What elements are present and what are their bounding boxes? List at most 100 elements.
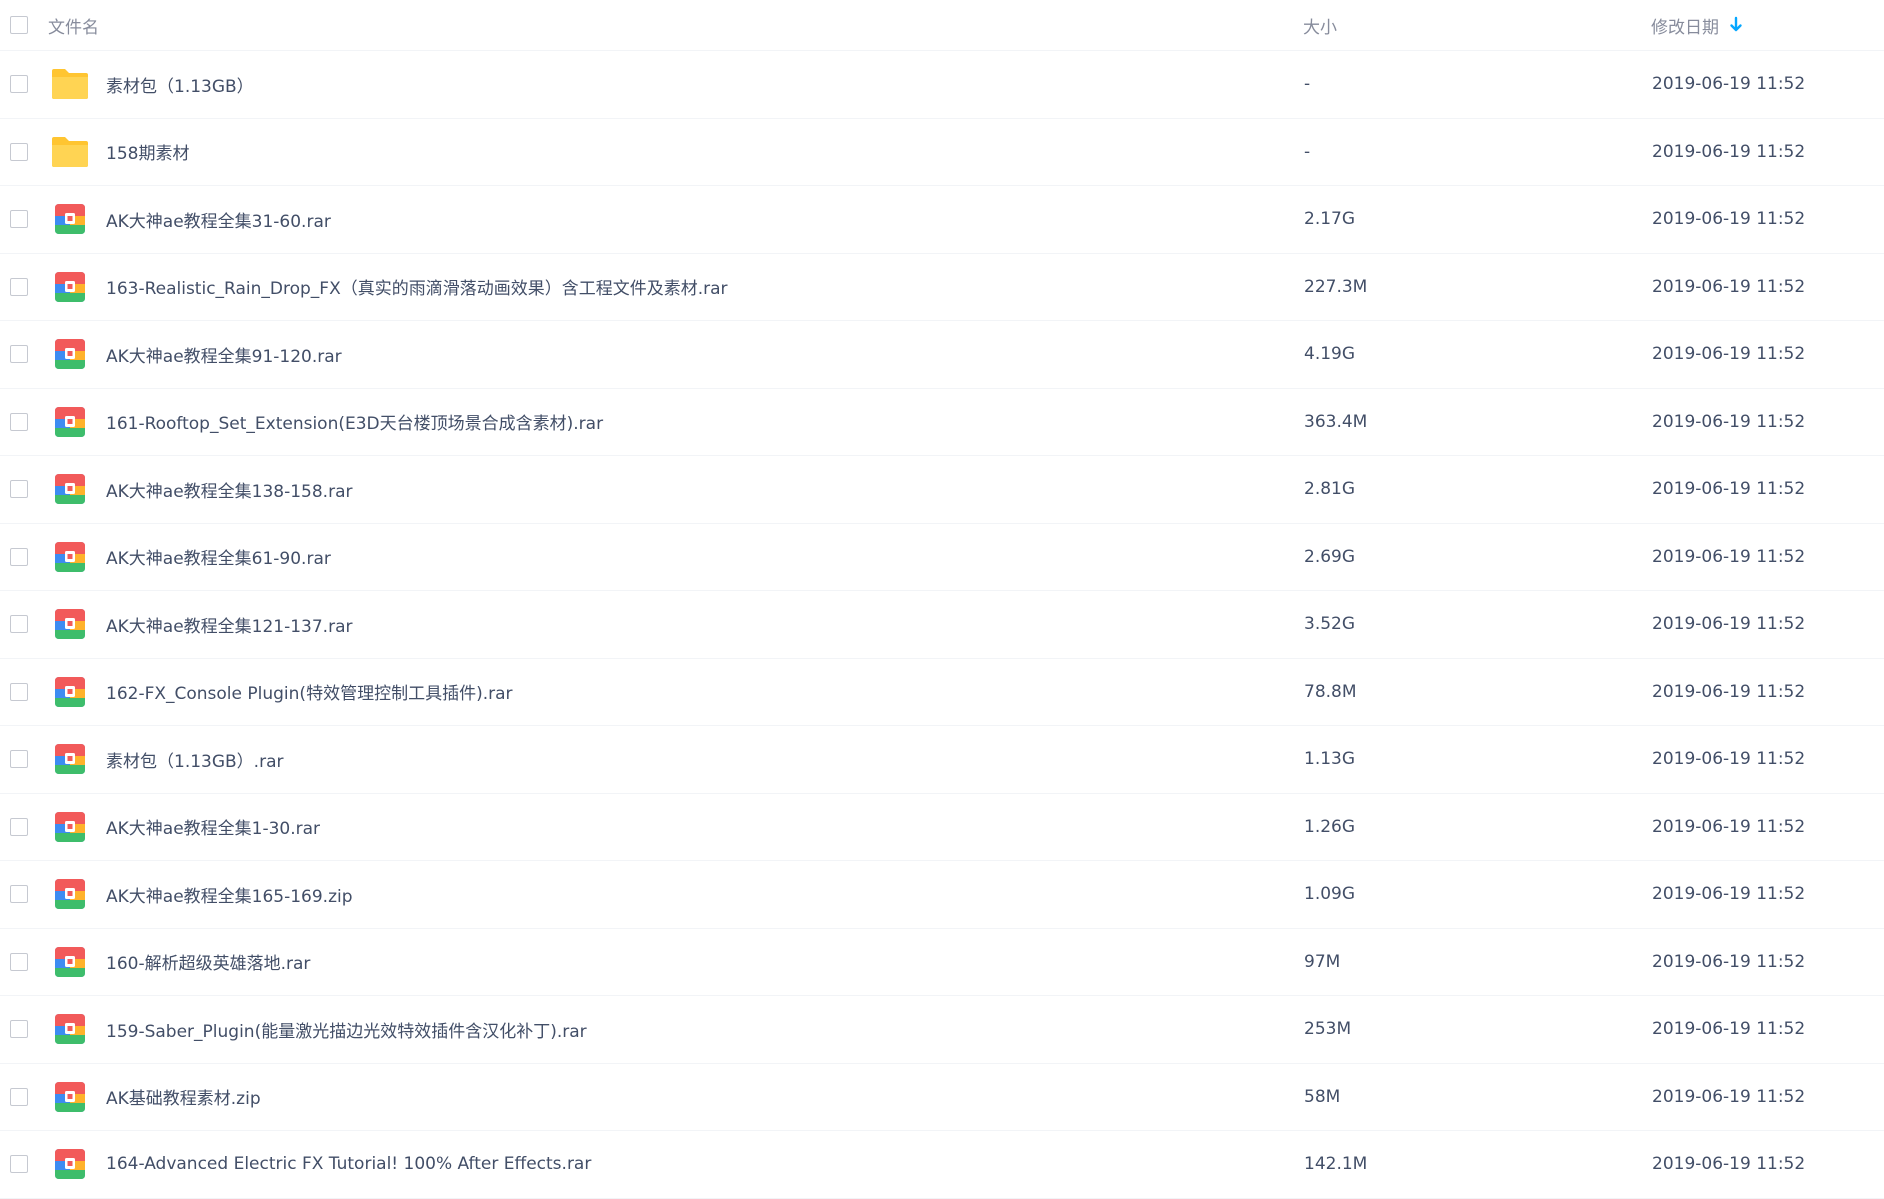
folder-icon	[52, 69, 88, 100]
file-modified-date: 2019-06-19 11:52	[1652, 209, 1806, 230]
file-size: 97M	[1304, 951, 1341, 972]
row-checkbox[interactable]	[10, 277, 28, 296]
file-modified-date: 2019-06-19 11:52	[1652, 411, 1806, 432]
file-row[interactable]: AK大神ae教程全集165-169.zip 1.09G 2019-06-19 11:…	[0, 861, 1884, 929]
file-row[interactable]: 160-解析超级英雄落地.rar 97M 2019-06-19 11:52	[0, 929, 1884, 996]
row-checkbox[interactable]	[10, 817, 28, 836]
file-name[interactable]: AK大神ae教程全集165-169.zip	[106, 882, 353, 907]
size-column-header[interactable]: 大小	[1303, 13, 1337, 38]
row-checkbox[interactable]	[10, 412, 28, 431]
row-checkbox[interactable]	[10, 952, 28, 971]
file-size: -	[1304, 74, 1311, 95]
file-row[interactable]: 159-Saber_Plugin(能量激光描边光效特效插件含汉化补丁).rar 2…	[0, 996, 1884, 1064]
file-size: 1.09G	[1304, 884, 1356, 905]
row-checkbox[interactable]	[10, 1087, 28, 1106]
name-column-header[interactable]: 文件名	[48, 13, 99, 38]
file-list: 文件名 大小 修改日期 素材包（1.13GB） - 2019-06-19 11:52…	[0, 0, 1884, 1199]
row-checkbox[interactable]	[10, 615, 28, 634]
file-name[interactable]: 160-解析超级英雄落地.rar	[106, 949, 310, 974]
archive-icon	[55, 946, 85, 977]
file-name[interactable]: AK基础教程素材.zip	[106, 1084, 261, 1109]
file-name[interactable]: 163-Realistic_Rain_Drop_FX（真实的雨滴滑落动画效果）含…	[106, 274, 728, 299]
file-size: 2.81G	[1304, 479, 1356, 500]
row-checkbox[interactable]	[10, 547, 28, 566]
archive-icon	[55, 339, 85, 370]
file-modified-date: 2019-06-19 11:52	[1652, 884, 1806, 905]
file-row[interactable]: AK大神ae教程全集61-90.rar 2.69G 2019-06-19 11:52	[0, 524, 1884, 591]
archive-icon	[55, 811, 85, 842]
row-checkbox[interactable]	[10, 1020, 28, 1039]
row-checkbox[interactable]	[10, 345, 28, 364]
file-row[interactable]: AK大神ae教程全集121-137.rar 3.52G 2019-06-19 11:…	[0, 591, 1884, 659]
file-name[interactable]: AK大神ae教程全集31-60.rar	[106, 207, 331, 232]
file-name[interactable]: AK大神ae教程全集121-137.rar	[106, 612, 352, 637]
archive-icon	[55, 204, 85, 235]
file-row[interactable]: AK大神ae教程全集31-60.rar 2.17G 2019-06-19 11:52	[0, 186, 1884, 254]
file-size: 2.69G	[1304, 546, 1356, 567]
list-header: 文件名 大小 修改日期	[0, 0, 1884, 51]
row-checkbox[interactable]	[10, 750, 28, 769]
archive-icon	[55, 879, 85, 910]
row-checkbox[interactable]	[10, 210, 28, 229]
archive-icon	[55, 744, 85, 775]
file-modified-date: 2019-06-19 11:52	[1652, 614, 1806, 635]
file-size: 3.52G	[1304, 614, 1356, 635]
date-column-header[interactable]: 修改日期	[1651, 13, 1743, 38]
file-rows: 素材包（1.13GB） - 2019-06-19 11:52 158期素材 - 2019…	[0, 51, 1884, 1199]
file-size: 253M	[1304, 1019, 1352, 1040]
file-row[interactable]: 158期素材 - 2019-06-19 11:52	[0, 119, 1884, 186]
file-row[interactable]: AK大神ae教程全集138-158.rar 2.81G 2019-06-19 11:…	[0, 456, 1884, 524]
file-name[interactable]: 素材包（1.13GB）.rar	[106, 747, 284, 772]
file-row[interactable]: 163-Realistic_Rain_Drop_FX（真实的雨滴滑落动画效果）含…	[0, 254, 1884, 321]
row-checkbox[interactable]	[10, 142, 28, 161]
file-modified-date: 2019-06-19 11:52	[1652, 276, 1806, 297]
file-name[interactable]: AK大神ae教程全集138-158.rar	[106, 477, 352, 502]
file-size: 58M	[1304, 1086, 1341, 1107]
file-modified-date: 2019-06-19 11:52	[1652, 951, 1806, 972]
row-checkbox[interactable]	[10, 885, 28, 904]
archive-icon	[55, 1081, 85, 1112]
sort-descending-icon[interactable]	[1729, 16, 1743, 34]
file-modified-date: 2019-06-19 11:52	[1652, 479, 1806, 500]
file-name[interactable]: AK大神ae教程全集61-90.rar	[106, 544, 331, 569]
file-row[interactable]: AK大神ae教程全集1-30.rar 1.26G 2019-06-19 11:52	[0, 794, 1884, 861]
file-name[interactable]: AK大神ae教程全集1-30.rar	[106, 814, 320, 839]
file-name[interactable]: 159-Saber_Plugin(能量激光描边光效特效插件含汉化补丁).rar	[106, 1017, 587, 1042]
row-checkbox[interactable]	[10, 1155, 28, 1174]
file-row[interactable]: 162-FX_Console Plugin(特效管理控制工具插件).rar 78.…	[0, 659, 1884, 726]
file-name[interactable]: 161-Rooftop_Set_Extension(E3D天台楼顶场景合成含素材…	[106, 409, 603, 434]
file-modified-date: 2019-06-19 11:52	[1652, 74, 1806, 95]
file-row[interactable]: 164-Advanced Electric FX Tutorial! 100% …	[0, 1131, 1884, 1199]
file-name[interactable]: 162-FX_Console Plugin(特效管理控制工具插件).rar	[106, 679, 513, 704]
archive-icon	[55, 1014, 85, 1045]
file-modified-date: 2019-06-19 11:52	[1652, 1086, 1806, 1107]
select-all-checkbox[interactable]	[10, 16, 28, 34]
row-checkbox[interactable]	[10, 682, 28, 701]
file-row[interactable]: AK基础教程素材.zip 58M 2019-06-19 11:52	[0, 1064, 1884, 1131]
archive-icon	[55, 271, 85, 302]
row-checkbox[interactable]	[10, 480, 28, 499]
file-name[interactable]: 158期素材	[106, 139, 189, 164]
file-modified-date: 2019-06-19 11:52	[1652, 141, 1806, 162]
file-name[interactable]: AK大神ae教程全集91-120.rar	[106, 342, 342, 367]
file-modified-date: 2019-06-19 11:52	[1652, 681, 1806, 702]
folder-icon	[52, 136, 88, 167]
row-checkbox[interactable]	[10, 75, 28, 94]
file-modified-date: 2019-06-19 11:52	[1652, 749, 1806, 770]
archive-icon	[55, 541, 85, 572]
date-column-label: 修改日期	[1651, 17, 1719, 38]
file-modified-date: 2019-06-19 11:52	[1652, 1154, 1806, 1175]
file-row[interactable]: 素材包（1.13GB）.rar 1.13G 2019-06-19 11:52	[0, 726, 1884, 794]
file-name[interactable]: 素材包（1.13GB）	[106, 72, 254, 97]
file-name[interactable]: 164-Advanced Electric FX Tutorial! 100% …	[106, 1154, 591, 1174]
file-size: 363.4M	[1304, 411, 1368, 432]
file-row[interactable]: 161-Rooftop_Set_Extension(E3D天台楼顶场景合成含素材…	[0, 389, 1884, 456]
file-modified-date: 2019-06-19 11:52	[1652, 1019, 1806, 1040]
file-row[interactable]: 素材包（1.13GB） - 2019-06-19 11:52	[0, 51, 1884, 119]
file-modified-date: 2019-06-19 11:52	[1652, 344, 1806, 365]
file-size: 142.1M	[1304, 1154, 1368, 1175]
archive-icon	[55, 609, 85, 640]
file-row[interactable]: AK大神ae教程全集91-120.rar 4.19G 2019-06-19 11:5…	[0, 321, 1884, 389]
file-size: 1.13G	[1304, 749, 1356, 770]
archive-icon	[55, 474, 85, 505]
